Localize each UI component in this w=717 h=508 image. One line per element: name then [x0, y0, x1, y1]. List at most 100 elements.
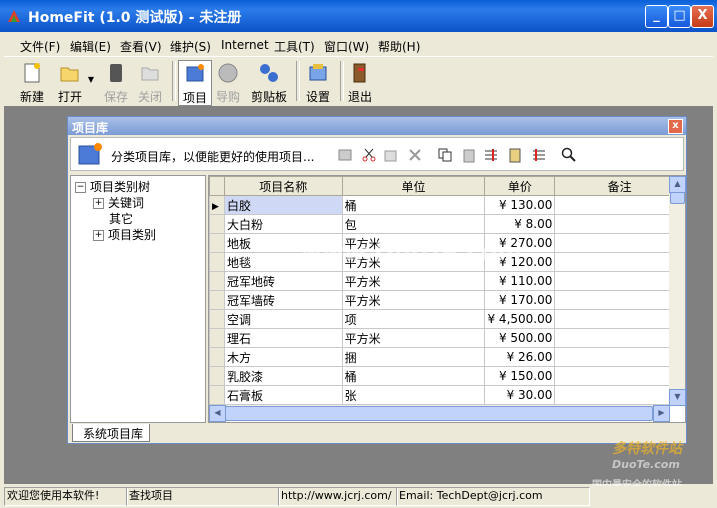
close-button[interactable]: X [691, 5, 714, 28]
cell-name[interactable]: 地板 [223, 233, 343, 253]
cell-unit[interactable]: 平方米 [341, 290, 486, 310]
tree-root[interactable]: − 项目类别树 [75, 178, 150, 195]
cell-unit[interactable]: 平方米 [341, 252, 486, 272]
cell-unit[interactable]: 捆 [341, 347, 486, 367]
scroll-right-icon[interactable]: ▶ [653, 405, 670, 422]
cell-price[interactable]: ¥ 120.00 [484, 252, 556, 272]
cell-price[interactable]: ¥ 130.00 [484, 195, 556, 215]
cell-note[interactable] [554, 328, 685, 348]
cell-name[interactable]: 空调 [223, 309, 343, 329]
open-button[interactable]: 打开 [50, 60, 90, 104]
cell-unit[interactable]: 桶 [341, 195, 486, 215]
menu-edit[interactable]: 编辑(E) [70, 38, 111, 55]
save-button[interactable]: 保存 [100, 60, 132, 104]
table-row[interactable]: 地板 平方米 ¥ 270.00 [209, 233, 685, 253]
close-doc-button[interactable]: 关闭 [134, 60, 166, 104]
exit-button[interactable]: 退出 [344, 60, 376, 104]
scroll-down-icon[interactable]: ▼ [669, 389, 686, 406]
cell-name[interactable]: 大白粉 [223, 214, 343, 234]
open-dropdown-arrow[interactable]: ▼ [86, 71, 96, 91]
cut-icon[interactable] [361, 147, 377, 163]
cell-price[interactable]: ¥ 150.00 [484, 366, 556, 386]
scroll-thumb[interactable] [225, 406, 653, 421]
edit-icon[interactable] [383, 147, 399, 163]
menu-file[interactable]: 文件(F) [20, 38, 60, 55]
cell-price[interactable]: ¥ 30.00 [484, 385, 556, 405]
tab-system-library[interactable]: 系统项目库 [72, 424, 150, 442]
menu-view[interactable]: 查看(V) [120, 38, 162, 55]
scroll-thumb[interactable] [670, 192, 685, 204]
table-row[interactable]: ▶ 白胶桶 ¥ 130.00 [209, 195, 685, 215]
cell-note[interactable] [554, 195, 685, 215]
settings-button[interactable]: 设置 [302, 60, 334, 104]
minimize-button[interactable]: _ [645, 5, 668, 28]
clipboard-button[interactable]: 剪贴板 [248, 60, 290, 104]
cell-note[interactable] [554, 214, 685, 234]
table-row[interactable]: 理石 平方米 ¥ 500.00 [209, 328, 685, 348]
paste-icon[interactable] [461, 147, 477, 163]
tree-item-categories[interactable]: + 项目类别 [93, 226, 156, 243]
maximize-button[interactable]: □ [668, 5, 691, 28]
clipboard-copy-icon[interactable] [507, 147, 523, 163]
menu-maintain[interactable]: 维护(S) [170, 38, 211, 55]
vertical-scrollbar[interactable]: ▲ ▼ [669, 176, 686, 406]
cell-name[interactable]: 理石 [223, 328, 343, 348]
tree-item-other[interactable]: 其它 [109, 210, 133, 227]
cell-price[interactable]: ¥ 170.00 [484, 290, 556, 310]
move-icon[interactable] [531, 147, 547, 163]
cell-price[interactable]: ¥ 8.00 [484, 214, 556, 234]
column-header-price[interactable]: 单价 [484, 176, 556, 196]
column-header-unit[interactable]: 单位 [341, 176, 486, 196]
cell-note[interactable] [554, 347, 685, 367]
cell-price[interactable]: ¥ 26.00 [484, 347, 556, 367]
cell-unit[interactable]: 平方米 [341, 233, 486, 253]
cell-unit[interactable]: 张 [341, 385, 486, 405]
menu-internet[interactable]: Internet [221, 38, 269, 52]
table-row[interactable]: 木方捆 ¥ 26.00 [209, 347, 685, 367]
expand-icon[interactable]: + [93, 198, 104, 209]
table-row[interactable]: 冠军墙砖 平方米 ¥ 170.00 [209, 290, 685, 310]
cell-price[interactable]: ¥ 4,500.00 [484, 309, 556, 329]
panel-close-button[interactable]: x [668, 119, 683, 134]
cell-note[interactable] [554, 366, 685, 386]
cell-name[interactable]: 冠军墙砖 [223, 290, 343, 310]
table-row[interactable]: 冠军地砖 平方米 ¥ 110.00 [209, 271, 685, 291]
cell-unit[interactable]: 包 [341, 214, 486, 234]
cell-name[interactable]: 乳胶漆 [223, 366, 343, 386]
cell-unit[interactable]: 桶 [341, 366, 486, 386]
scroll-up-icon[interactable]: ▲ [669, 176, 686, 193]
menu-help[interactable]: 帮助(H) [378, 38, 420, 55]
table-row[interactable]: 大白粉包 ¥ 8.00 [209, 214, 685, 234]
scroll-left-icon[interactable]: ◀ [209, 405, 226, 422]
search-icon[interactable] [561, 147, 577, 163]
table-row[interactable]: 石膏板张 ¥ 30.00 [209, 385, 685, 405]
table-row[interactable]: 空调项 ¥ 4,500.00 [209, 309, 685, 329]
menu-window[interactable]: 窗口(W) [324, 38, 369, 55]
cell-unit[interactable]: 项 [341, 309, 486, 329]
tree-item-keywords[interactable]: + 关键词 [93, 194, 144, 211]
cell-name[interactable]: 木方 [223, 347, 343, 367]
cell-unit[interactable]: 平方米 [341, 328, 486, 348]
cell-price[interactable]: ¥ 500.00 [484, 328, 556, 348]
cell-name[interactable]: 石膏板 [223, 385, 343, 405]
guide-button[interactable]: 导购 [210, 60, 246, 104]
new-button[interactable]: 新建 [16, 60, 48, 104]
expand-icon[interactable]: + [93, 230, 104, 241]
cell-note[interactable] [554, 252, 685, 272]
column-header-name[interactable]: 项目名称 [223, 176, 343, 196]
table-row[interactable]: 乳胶漆桶 ¥ 150.00 [209, 366, 685, 386]
item-button[interactable]: 项目 [178, 60, 212, 106]
cell-name[interactable]: 冠军地砖 [223, 271, 343, 291]
cell-name[interactable]: 地毯 [223, 252, 343, 272]
column-header-note[interactable]: 备注 [554, 176, 685, 196]
collapse-icon[interactable]: − [75, 182, 86, 193]
cell-note[interactable] [554, 233, 685, 253]
horizontal-scrollbar[interactable]: ◀ ▶ [209, 405, 670, 422]
cell-note[interactable] [554, 385, 685, 405]
cell-price[interactable]: ¥ 270.00 [484, 233, 556, 253]
cell-unit[interactable]: 平方米 [341, 271, 486, 291]
cell-note[interactable] [554, 309, 685, 329]
table-row[interactable]: 地毯 平方米 ¥ 120.00 [209, 252, 685, 272]
cell-price[interactable]: ¥ 110.00 [484, 271, 556, 291]
insert-icon[interactable] [483, 147, 499, 163]
